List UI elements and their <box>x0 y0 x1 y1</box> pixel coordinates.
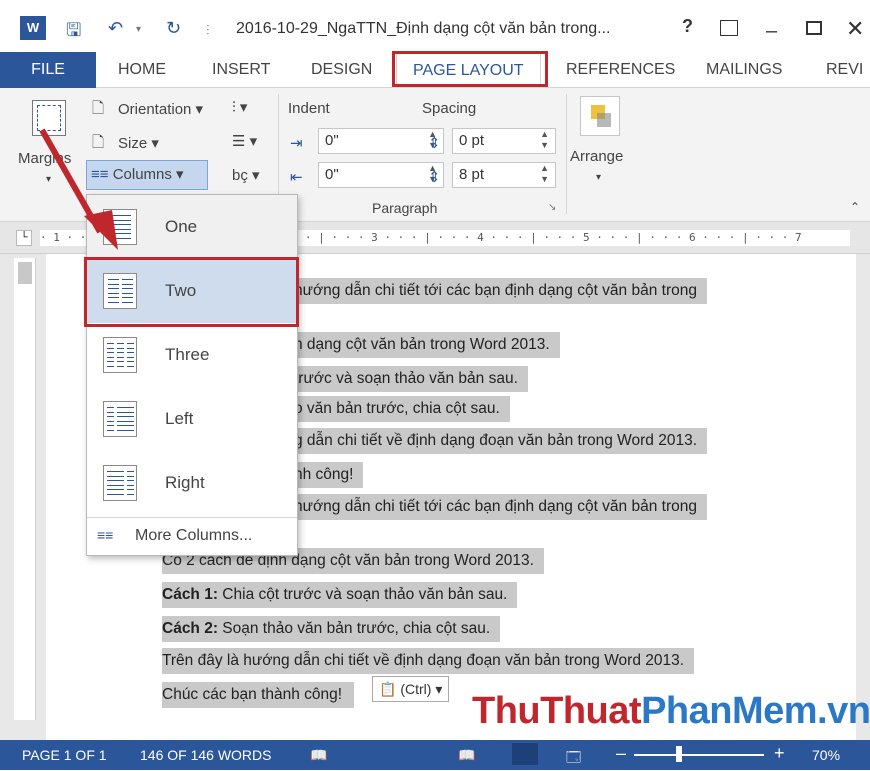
read-mode-icon[interactable]: 📖 <box>458 747 475 764</box>
proofing-icon[interactable]: 📖 <box>310 747 327 764</box>
print-layout-icon[interactable] <box>512 743 538 765</box>
zoom-level[interactable]: 70% <box>812 747 840 763</box>
status-bar: PAGE 1 OF 1 146 OF 146 WORDS 📖 📖 🗔 – + 7… <box>0 740 870 770</box>
zoom-out-icon[interactable]: – <box>616 743 626 764</box>
zoom-slider[interactable] <box>634 754 764 756</box>
page-count[interactable]: PAGE 1 OF 1 <box>22 747 107 763</box>
zoom-in-icon[interactable]: + <box>774 743 785 764</box>
word-count[interactable]: 146 OF 146 WORDS <box>140 747 272 763</box>
zoom-slider-thumb[interactable] <box>676 746 682 762</box>
web-layout-icon[interactable]: 🗔 <box>566 747 581 771</box>
red-arrow-annotation <box>39 128 118 250</box>
